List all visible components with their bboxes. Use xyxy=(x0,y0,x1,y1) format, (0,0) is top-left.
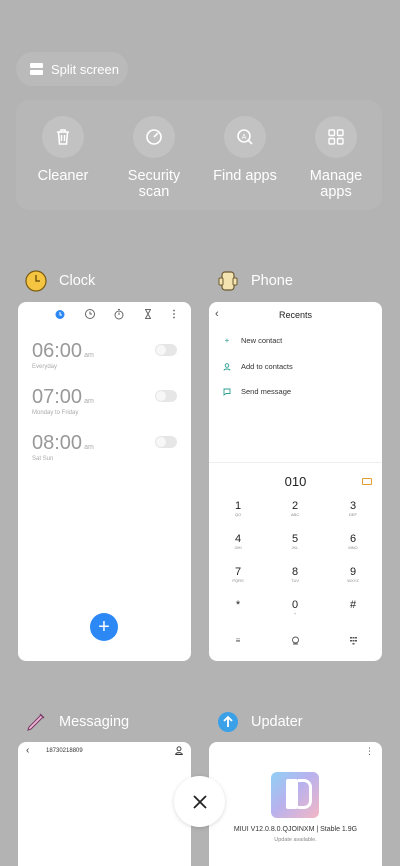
quick-tools-panel: Cleaner Security scan A Find apps Manage… xyxy=(16,100,382,210)
alarm-row[interactable]: 06:00 am Everyday xyxy=(32,340,177,370)
dial-key[interactable]: 6 MNO xyxy=(338,533,368,550)
dial-call-icon[interactable] xyxy=(288,636,302,647)
update-status: Update available. xyxy=(274,837,317,843)
security-scan-button[interactable]: Security scan xyxy=(109,116,199,200)
dial-key[interactable]: * xyxy=(223,599,253,611)
close-icon xyxy=(192,794,207,809)
keypad-icon[interactable] xyxy=(346,636,360,647)
dial-key[interactable]: # xyxy=(338,599,368,611)
trash-icon xyxy=(42,116,84,158)
alarm-toggle[interactable] xyxy=(155,390,177,402)
add-to-contacts-option[interactable]: Add to contacts xyxy=(223,362,293,371)
phone-app-icon xyxy=(218,271,238,291)
dial-key[interactable]: 2 ABC xyxy=(280,500,310,517)
shield-check-icon xyxy=(133,116,175,158)
dial-key[interactable]: 8 TUV xyxy=(280,566,310,583)
alarm-tab-icon[interactable] xyxy=(54,308,66,320)
alarm-repeat: Everyday xyxy=(32,364,58,370)
send-message-option[interactable]: Send message xyxy=(223,387,291,396)
phone-app-header[interactable]: Phone xyxy=(217,270,293,292)
dial-key[interactable]: 1 QO xyxy=(223,500,253,517)
messaging-app-header[interactable]: Messaging xyxy=(25,711,129,733)
alarm-repeat: Sat Sun xyxy=(32,456,54,462)
split-screen-label: Split screen xyxy=(51,61,119,77)
clock-tabs xyxy=(18,308,191,324)
divider xyxy=(209,462,382,463)
messaging-app-icon xyxy=(27,713,45,731)
updater-app-name: Updater xyxy=(251,714,303,730)
add-alarm-button[interactable]: + xyxy=(90,613,118,641)
cleaner-button[interactable]: Cleaner xyxy=(18,116,108,184)
clock-app-card[interactable]: 06:00 am Everyday 07:00 am Monday to Frida… xyxy=(18,302,191,661)
version-text: MIUI V12.0.8.0.QJOINXM | Stable 1.9G xyxy=(233,826,358,833)
updater-app-header[interactable]: Updater xyxy=(217,711,303,733)
alarm-row[interactable]: 07:00 am Monday to Friday xyxy=(32,386,177,416)
alarm-toggle[interactable] xyxy=(155,344,177,356)
plus-icon: + xyxy=(224,336,230,345)
menu-icon[interactable]: ≡ xyxy=(231,636,245,645)
dial-key[interactable]: 9 WXYZ xyxy=(338,566,368,583)
messaging-app-card[interactable]: ‹ 18730218809 xyxy=(18,742,191,866)
contact-icon[interactable] xyxy=(175,746,183,755)
contact-number: 18730218809 xyxy=(46,748,83,754)
updater-app-card[interactable]: ⋮ MIUI V12.0.8.0.QJOINXM | Stable 1.9G U… xyxy=(209,742,382,866)
split-screen-icon xyxy=(30,63,43,75)
more-options-icon[interactable]: ⋮ xyxy=(365,746,374,757)
dial-key[interactable]: 0 + xyxy=(280,599,310,616)
manage-apps-label: Manage apps xyxy=(309,168,363,200)
clock-app-name: Clock xyxy=(59,273,96,289)
close-all-button[interactable] xyxy=(174,776,225,827)
phone-app-card[interactable]: ‹ Recents + New contact Add to contacts … xyxy=(209,302,382,661)
backspace-icon[interactable] xyxy=(362,478,372,485)
updater-app-icon xyxy=(218,712,238,732)
split-screen-button[interactable]: Split screen xyxy=(16,52,128,86)
security-scan-label: Security scan xyxy=(127,168,181,200)
cleaner-label: Cleaner xyxy=(37,168,89,184)
find-apps-button[interactable]: A Find apps xyxy=(200,116,290,184)
dial-key[interactable]: 5 JKL xyxy=(280,533,310,550)
miui-logo-icon xyxy=(271,772,319,818)
timer-tab-icon[interactable] xyxy=(142,308,154,320)
more-options-icon[interactable] xyxy=(168,308,180,320)
clock-app-icon xyxy=(25,270,47,292)
dial-key[interactable]: 7 PQRS xyxy=(223,566,253,583)
alarm-row[interactable]: 08:00 am Sat Sun xyxy=(32,432,177,462)
svg-text:A: A xyxy=(242,134,247,141)
phone-app-name: Phone xyxy=(251,273,293,289)
world-clock-tab-icon[interactable] xyxy=(84,308,96,320)
back-arrow-icon[interactable]: ‹ xyxy=(26,745,29,756)
app-search-icon: A xyxy=(224,116,266,158)
person-icon xyxy=(223,362,231,371)
dialed-number: 010 xyxy=(284,474,307,489)
dial-key[interactable]: 3 DEF xyxy=(338,500,368,517)
chat-bubble-icon xyxy=(223,388,231,396)
find-apps-label: Find apps xyxy=(213,168,277,184)
recents-title: Recents xyxy=(278,310,313,320)
alarm-toggle[interactable] xyxy=(155,436,177,448)
clock-app-header[interactable]: Clock xyxy=(25,270,95,292)
new-contact-option[interactable]: + New contact xyxy=(223,336,283,345)
stopwatch-tab-icon[interactable] xyxy=(113,308,125,320)
dial-key[interactable]: 4 GHI xyxy=(223,533,253,550)
manage-apps-button[interactable]: Manage apps xyxy=(291,116,381,200)
grid-icon xyxy=(315,116,357,158)
alarm-repeat: Monday to Friday xyxy=(32,410,79,416)
messaging-app-name: Messaging xyxy=(59,714,130,730)
